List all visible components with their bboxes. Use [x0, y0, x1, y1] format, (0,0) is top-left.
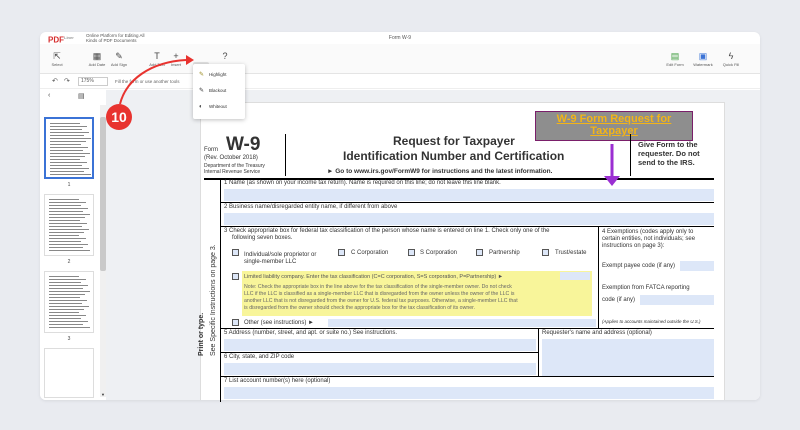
highlighter-icon: ✎ [199, 72, 205, 78]
blackout-option[interactable]: ✎ Blackout [193, 85, 245, 97]
purple-arrowhead [604, 176, 620, 186]
blackout-icon: ✎ [199, 88, 205, 94]
highlight-dropdown: ✎ Highlight ✎ Blackout ◐ Whiteout [193, 64, 245, 119]
step-badge: 10 [106, 104, 132, 130]
red-curved-arrow [119, 59, 187, 105]
eraser-icon: ◐ [199, 104, 203, 110]
highlight-option[interactable]: ✎ Highlight [193, 69, 245, 81]
whiteout-option[interactable]: ◐ Whiteout [193, 101, 245, 113]
annotation-arrows [119, 55, 620, 186]
